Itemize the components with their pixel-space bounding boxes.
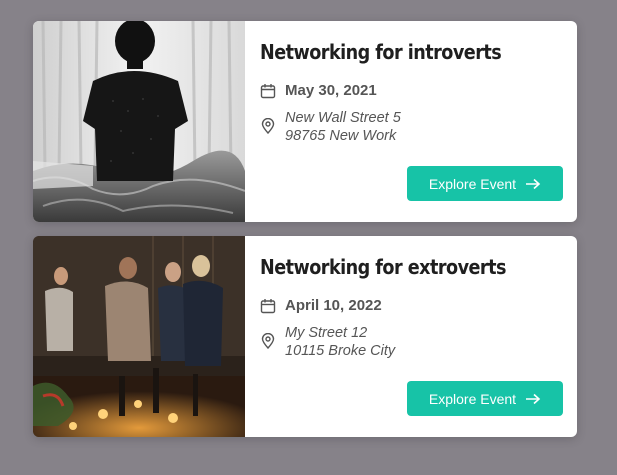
event-photo-extroverts [33, 236, 245, 437]
explore-event-label: Explore Event [428, 390, 517, 407]
event-address: My Street 12 10115 Broke City [285, 324, 395, 360]
event-details: Networking for extroverts April 10, 2022… [245, 236, 577, 437]
event-date-row: May 30, 2021 [260, 83, 377, 99]
event-address: New Wall Street 5 98765 New Work [285, 109, 401, 145]
event-date: May 30, 2021 [285, 82, 377, 99]
event-location-row: New Wall Street 5 98765 New Work [260, 109, 401, 145]
event-title: Networking for introverts [260, 40, 502, 64]
event-list: Networking for introverts May 30, 2021 N… [0, 0, 617, 475]
explore-event-button[interactable]: Explore Event [407, 381, 563, 416]
arrow-right-icon [526, 178, 541, 189]
event-card: Networking for extroverts April 10, 2022… [33, 236, 577, 437]
event-date-row: April 10, 2022 [260, 298, 382, 314]
event-title: Networking for extroverts [260, 255, 506, 279]
event-date: April 10, 2022 [285, 297, 382, 314]
event-card: Networking for introverts May 30, 2021 N… [33, 21, 577, 222]
explore-event-button[interactable]: Explore Event [407, 166, 563, 201]
map-pin-icon [261, 118, 275, 134]
event-photo-introverts [33, 21, 245, 222]
address-line-2: 98765 New Work [285, 128, 397, 144]
address-line-1: New Wall Street 5 [285, 110, 401, 126]
event-location-row: My Street 12 10115 Broke City [260, 324, 395, 360]
calendar-icon [260, 84, 276, 99]
address-line-2: 10115 Broke City [285, 343, 396, 359]
calendar-icon [260, 299, 276, 314]
address-line-1: My Street 12 [285, 325, 368, 341]
explore-event-label: Explore Event [428, 175, 517, 192]
arrow-right-icon [526, 393, 541, 404]
event-details: Networking for introverts May 30, 2021 N… [245, 21, 577, 222]
map-pin-icon [261, 333, 275, 349]
